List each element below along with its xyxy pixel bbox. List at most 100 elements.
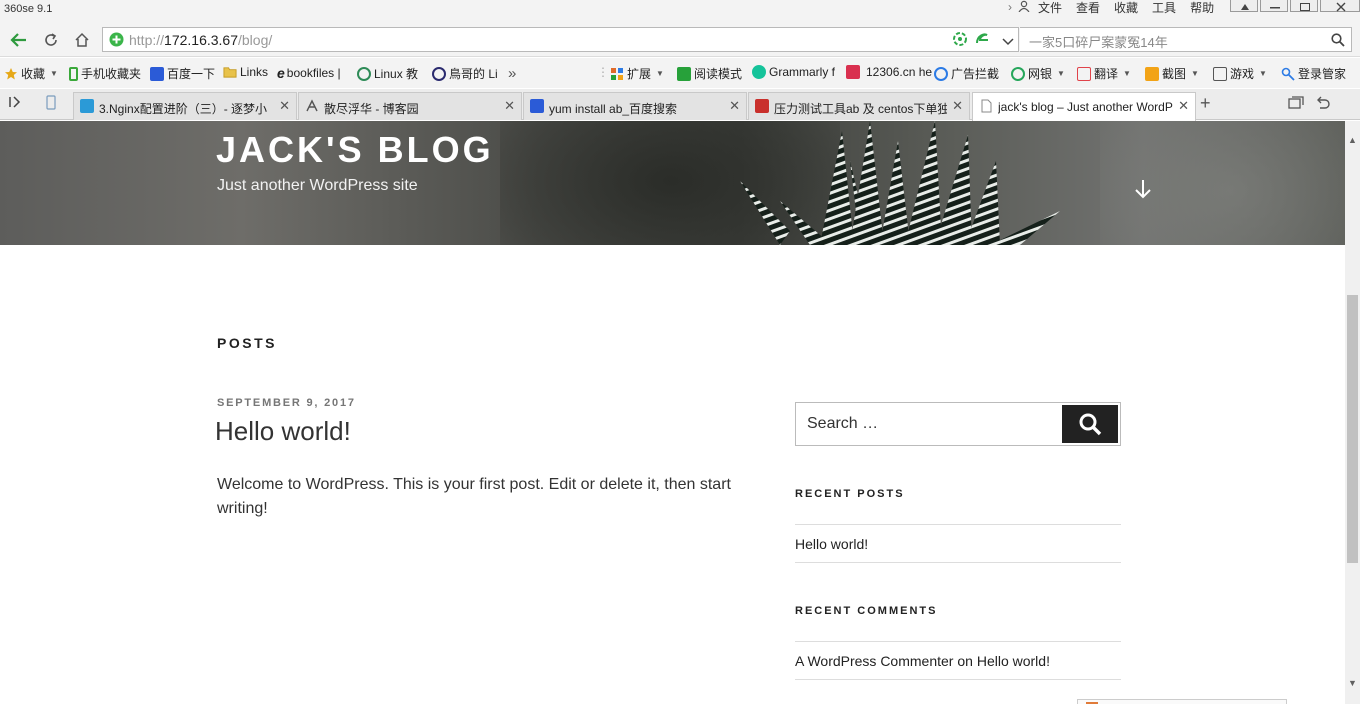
12306-button[interactable]: 12306.cn he <box>846 65 932 79</box>
url-path: /blog/ <box>238 32 273 48</box>
ad-block-button[interactable]: 广告拦截 <box>934 65 999 82</box>
tab-cnblogs[interactable]: 散尽浮华 - 博客园 ✕ <box>298 92 522 120</box>
star-icon <box>5 67 17 79</box>
yen-icon <box>1011 66 1025 81</box>
toolbar-label: 游戏 <box>1230 67 1255 81</box>
tab-list-icon[interactable] <box>1288 96 1304 115</box>
window-controls <box>1228 0 1360 12</box>
chevron-down-icon[interactable]: ▼ <box>1057 69 1065 78</box>
translate-icon <box>1077 66 1091 81</box>
reading-mode-button[interactable]: 阅读模式 <box>677 65 742 82</box>
search-icon <box>1079 413 1102 436</box>
tab-label: 散尽浮华 - 博客园 <box>324 102 419 116</box>
tab-jacks-blog[interactable]: jack's blog – Just another WordPress sit… <box>972 92 1196 121</box>
close-window-button[interactable] <box>1320 0 1360 12</box>
close-tab-icon[interactable]: ✕ <box>729 98 740 114</box>
bookmark-baidu[interactable]: 百度一下 <box>150 65 215 82</box>
page-scrollbar[interactable]: ▲ ▼ <box>1345 121 1360 704</box>
bookmark-label: Linux 教 <box>374 67 419 81</box>
address-bar[interactable]: http://172.16.3.67/blog/ <box>102 27 1019 52</box>
menu-file[interactable]: 文件 <box>1038 0 1062 16</box>
chevron-right-icon[interactable]: › <box>1008 0 1012 14</box>
scroll-down-arrow-icon[interactable]: ▼ <box>1348 678 1357 688</box>
back-button[interactable] <box>6 27 32 52</box>
sidebar-search-input[interactable] <box>796 403 1062 445</box>
bookmark-favorites[interactable]: 收藏 ▼ <box>4 65 58 82</box>
tab-label: jack's blog – Just another WordPress sit… <box>998 100 1173 114</box>
chevron-down-icon[interactable]: ▼ <box>1191 69 1199 78</box>
maximize-button[interactable] <box>1290 0 1318 12</box>
floating-widget[interactable] <box>1077 699 1287 704</box>
sidebar-search-button[interactable] <box>1062 405 1118 443</box>
bookmark-mobile-favorites[interactable]: 手机收藏夹 <box>69 65 141 82</box>
navigation-bar: http://172.16.3.67/blog/ 一家5口碎尸案蒙冤14年 <box>0 22 1360 57</box>
security-shield-icon[interactable] <box>109 32 124 52</box>
toolbar-label: 扩展 <box>627 67 652 81</box>
bookmark-vbird[interactable]: 鳥哥的 Li <box>432 65 498 82</box>
comment-post-link[interactable]: Hello world! <box>977 653 1050 669</box>
bird-icon <box>432 66 446 81</box>
bookmark-label: 鳥哥的 Li <box>449 67 498 81</box>
tab-baidu-search[interactable]: yum install ab_百度搜索 ✕ <box>523 92 747 120</box>
url-text[interactable]: http://172.16.3.67/blog/ <box>129 32 272 48</box>
arrow-down-icon[interactable] <box>1133 178 1153 205</box>
sidebar-toggle-icon[interactable] <box>8 95 22 114</box>
close-tab-icon[interactable]: ✕ <box>1178 98 1189 114</box>
url-dropdown-icon[interactable] <box>1002 33 1014 51</box>
bookmark-linux[interactable]: Linux 教 <box>357 65 418 82</box>
search-icon[interactable] <box>1331 33 1345 52</box>
more-bookmarks-button[interactable]: » <box>508 65 516 82</box>
post-excerpt: Welcome to WordPress. This is your first… <box>217 476 731 517</box>
chevron-down-icon[interactable]: ▼ <box>50 69 58 78</box>
search-box[interactable]: 一家5口碎尸案蒙冤14年 <box>1020 27 1352 52</box>
site-title[interactable]: JACK'S BLOG <box>216 129 494 171</box>
post-date[interactable]: SEPTEMBER 9, 2017 <box>217 397 356 409</box>
undo-close-tab-icon[interactable] <box>1315 96 1330 115</box>
screenshot-button[interactable]: 截图 ▼ <box>1145 65 1199 82</box>
list-item[interactable]: Hello world! <box>795 525 1121 562</box>
online-banking-button[interactable]: 网银 ▼ <box>1011 65 1065 82</box>
ie-compat-icon[interactable] <box>974 31 990 52</box>
minimize-button[interactable] <box>1260 0 1288 12</box>
close-tab-icon[interactable]: ✕ <box>504 98 515 114</box>
post-title[interactable]: Hello world! <box>215 416 351 447</box>
skin-button[interactable] <box>1230 0 1258 12</box>
home-button[interactable] <box>69 27 95 52</box>
chevron-down-icon[interactable]: ▼ <box>1259 69 1267 78</box>
bookmark-label: 手机收藏夹 <box>81 67 142 81</box>
menu-tools[interactable]: 工具 <box>1152 0 1176 16</box>
tab-nginx[interactable]: 3.Nginx配置进阶（三）- 逐梦小 ✕ <box>73 92 297 120</box>
close-tab-icon[interactable]: ✕ <box>952 98 963 114</box>
comment-author-link[interactable]: A WordPress Commenter <box>795 653 953 669</box>
refresh-button[interactable] <box>38 27 64 52</box>
page-viewport: JACK'S BLOG Just another WordPress site … <box>0 121 1345 704</box>
translate-button[interactable]: 翻译 ▼ <box>1077 65 1131 82</box>
grammarly-button[interactable]: Grammarly f <box>752 65 835 79</box>
toolbar-label: 网银 <box>1028 67 1053 81</box>
list-item: A WordPress Commenter on Hello world! <box>795 642 1121 679</box>
user-icon[interactable] <box>1018 0 1030 15</box>
posts-heading: POSTS <box>217 335 277 351</box>
menu-help[interactable]: 帮助 <box>1190 0 1214 16</box>
csdn-icon <box>755 99 769 113</box>
new-tab-button[interactable]: + <box>1200 93 1211 114</box>
scissors-icon <box>1145 66 1159 81</box>
scroll-up-arrow-icon[interactable]: ▲ <box>1348 135 1357 145</box>
bookmark-bookfiles[interactable]: e bookfiles | <box>277 65 341 81</box>
games-button[interactable]: 游戏 ▼ <box>1213 65 1267 82</box>
close-tab-icon[interactable]: ✕ <box>279 98 290 114</box>
chevron-down-icon[interactable]: ▼ <box>1123 69 1131 78</box>
baidu-paw-icon <box>530 99 544 113</box>
scrollbar-thumb[interactable] <box>1347 295 1358 563</box>
comment-joiner: on <box>953 653 977 669</box>
toolbar-label: 广告拦截 <box>951 67 1000 81</box>
speed-mode-icon[interactable] <box>952 31 968 52</box>
mobile-icon[interactable] <box>46 95 56 115</box>
chevron-down-icon[interactable]: ▼ <box>656 69 664 78</box>
login-manager-button[interactable]: 登录管家 <box>1281 65 1346 82</box>
menu-favorites[interactable]: 收藏 <box>1114 0 1138 16</box>
menu-view[interactable]: 查看 <box>1076 0 1100 16</box>
bookmark-links-folder[interactable]: Links <box>223 65 268 79</box>
extensions-button[interactable]: 扩展 ▼ <box>610 65 664 82</box>
tab-csdn[interactable]: 压力测试工具ab 及 centos下单独 ✕ <box>748 92 970 120</box>
